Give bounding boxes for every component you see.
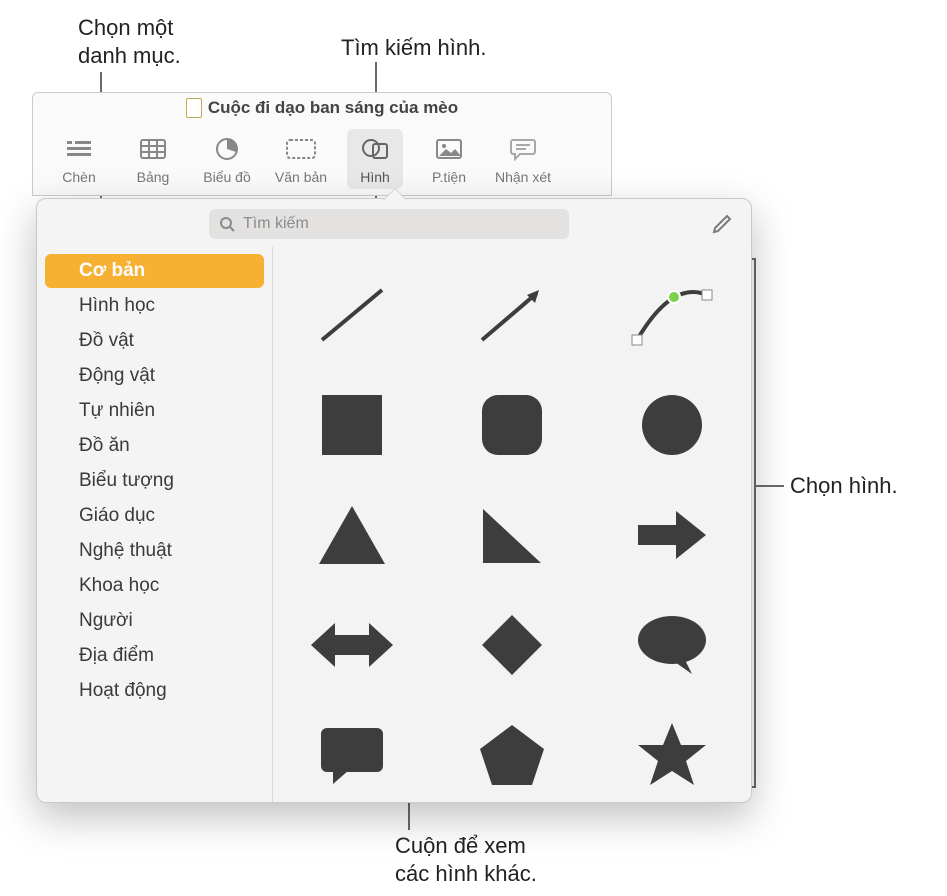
draw-button[interactable] bbox=[705, 210, 739, 238]
toolbar-comment[interactable]: Nhận xét bbox=[495, 133, 551, 185]
shape-arrow-leftright[interactable] bbox=[287, 617, 417, 673]
table-icon bbox=[137, 133, 169, 165]
media-icon bbox=[433, 133, 465, 165]
chart-icon bbox=[211, 133, 243, 165]
toolbar-text[interactable]: Văn bản bbox=[273, 133, 329, 185]
app-window: Cuộc đi dạo ban sáng của mèo Chèn Bảng B… bbox=[32, 92, 612, 196]
sidebar-item-art[interactable]: Nghệ thuật bbox=[45, 534, 264, 568]
shape-speech-bubble[interactable] bbox=[607, 612, 737, 678]
sidebar-item-label: Đồ vật bbox=[79, 330, 134, 351]
popover-body: Cơ bản Hình học Đồ vật Động vật Tự nhiên… bbox=[37, 247, 751, 802]
text-icon bbox=[285, 133, 317, 165]
sidebar-item-label: Đồ ăn bbox=[79, 435, 130, 456]
shape-triangle[interactable] bbox=[287, 502, 417, 568]
document-title: Cuộc đi dạo ban sáng của mèo bbox=[208, 98, 458, 118]
sidebar-item-people[interactable]: Người bbox=[45, 604, 264, 638]
sidebar-item-basic[interactable]: Cơ bản bbox=[45, 254, 264, 288]
callout-scroll: Cuộn để xem các hình khác. bbox=[395, 832, 537, 887]
toolbar-table[interactable]: Bảng bbox=[125, 133, 181, 185]
shape-pentagon[interactable] bbox=[447, 721, 577, 789]
callout-choose-brace bbox=[754, 258, 756, 788]
shapes-popover: Tìm kiếm Cơ bản Hình học Đồ vật Động vật… bbox=[36, 198, 752, 803]
sidebar-item-places[interactable]: Địa điểm bbox=[45, 639, 264, 673]
sidebar-item-label: Hoạt động bbox=[79, 680, 167, 701]
toolbar-label: Văn bản bbox=[275, 169, 327, 185]
callout-choose: Chọn hình. bbox=[790, 472, 898, 500]
search-placeholder: Tìm kiếm bbox=[243, 215, 309, 233]
sidebar-item-animals[interactable]: Động vật bbox=[45, 359, 264, 393]
shape-icon bbox=[359, 133, 391, 165]
shape-line[interactable] bbox=[287, 275, 417, 355]
titlebar: Cuộc đi dạo ban sáng của mèo bbox=[33, 93, 611, 123]
pen-icon bbox=[710, 212, 734, 236]
toolbar-label: Bảng bbox=[137, 169, 170, 185]
shape-curve[interactable] bbox=[607, 275, 737, 355]
sidebar-item-science[interactable]: Khoa học bbox=[45, 569, 264, 603]
shape-star[interactable] bbox=[607, 719, 737, 791]
sidebar-item-objects[interactable]: Đồ vật bbox=[45, 324, 264, 358]
sidebar-item-symbols[interactable]: Biểu tượng bbox=[45, 464, 264, 498]
shape-callout-rect[interactable] bbox=[287, 722, 417, 788]
toolbar-chart[interactable]: Biểu đồ bbox=[199, 133, 255, 185]
toolbar-media[interactable]: P.tiện bbox=[421, 133, 477, 185]
shape-arrow-right[interactable] bbox=[607, 505, 737, 565]
sidebar-item-label: Khoa học bbox=[79, 575, 159, 596]
callout-category: Chọn một danh mục. bbox=[78, 14, 181, 69]
sidebar-item-label: Động vật bbox=[79, 365, 155, 386]
sidebar-item-label: Giáo dục bbox=[79, 505, 155, 526]
sidebar-item-label: Địa điểm bbox=[79, 645, 154, 666]
callout-choose-tick bbox=[754, 485, 784, 487]
sidebar-item-nature[interactable]: Tự nhiên bbox=[45, 394, 264, 428]
sidebar-item-activities[interactable]: Hoạt động bbox=[45, 674, 264, 708]
toolbar-insert[interactable]: Chèn bbox=[51, 133, 107, 185]
toolbar-label: Chèn bbox=[62, 169, 95, 185]
category-sidebar: Cơ bản Hình học Đồ vật Động vật Tự nhiên… bbox=[37, 247, 272, 802]
shape-right-triangle[interactable] bbox=[447, 503, 577, 567]
toolbar-label: Nhận xét bbox=[495, 169, 551, 185]
shape-grid[interactable] bbox=[272, 247, 751, 802]
sidebar-item-label: Tự nhiên bbox=[79, 400, 155, 421]
shape-arrow-line[interactable] bbox=[447, 275, 577, 355]
sidebar-item-label: Nghệ thuật bbox=[79, 540, 172, 561]
callout-scroll-line bbox=[408, 800, 410, 830]
toolbar-label: Hình bbox=[360, 169, 390, 185]
search-input[interactable]: Tìm kiếm bbox=[209, 209, 569, 239]
toolbar-shape[interactable]: Hình bbox=[347, 129, 403, 189]
toolbar-label: P.tiện bbox=[432, 169, 466, 185]
callout-search: Tìm kiếm hình. bbox=[341, 34, 486, 62]
sidebar-item-label: Biểu tượng bbox=[79, 470, 174, 491]
shape-diamond[interactable] bbox=[447, 610, 577, 680]
shape-square[interactable] bbox=[287, 390, 417, 460]
document-icon bbox=[186, 98, 202, 118]
insert-icon bbox=[63, 133, 95, 165]
popover-header: Tìm kiếm bbox=[37, 199, 751, 247]
toolbar: Chèn Bảng Biểu đồ Văn bản Hình bbox=[33, 123, 611, 195]
sidebar-item-food[interactable]: Đồ ăn bbox=[45, 429, 264, 463]
shape-circle[interactable] bbox=[607, 390, 737, 460]
toolbar-label: Biểu đồ bbox=[203, 169, 250, 185]
sidebar-item-label: Người bbox=[79, 610, 133, 631]
sidebar-item-geometry[interactable]: Hình học bbox=[45, 289, 264, 323]
search-icon bbox=[219, 216, 235, 232]
comment-icon bbox=[507, 133, 539, 165]
sidebar-item-label: Cơ bản bbox=[79, 260, 145, 281]
shape-rounded-square[interactable] bbox=[447, 390, 577, 460]
sidebar-item-label: Hình học bbox=[79, 295, 155, 316]
sidebar-item-education[interactable]: Giáo dục bbox=[45, 499, 264, 533]
